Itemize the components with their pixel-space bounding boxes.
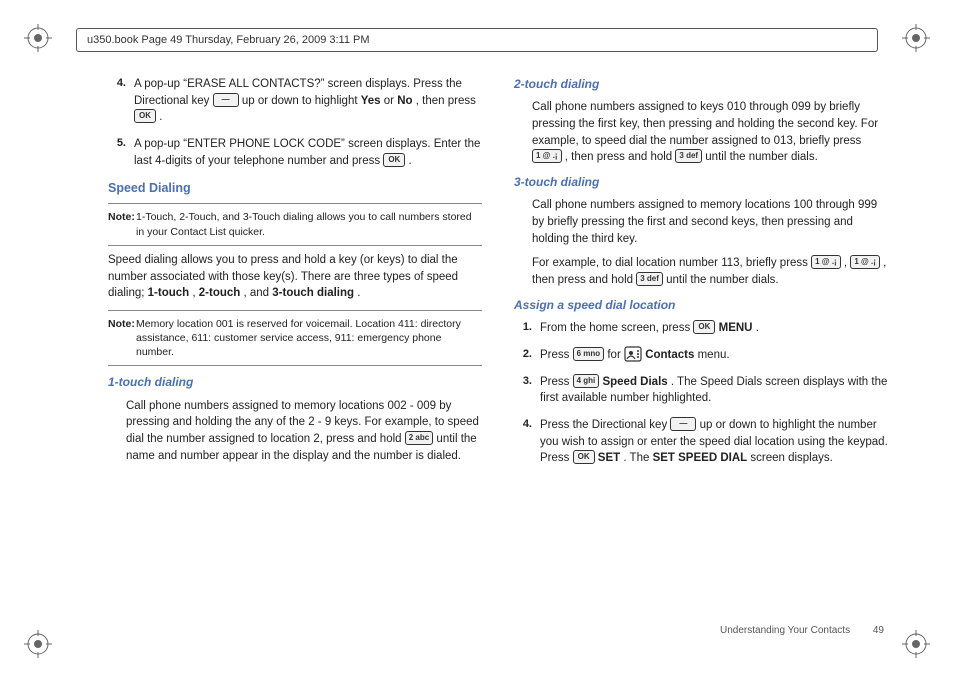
page-header-bar: u350.book Page 49 Thursday, February 26,… [76,28,878,52]
text: , then press [416,95,476,107]
step-number: 4. [514,417,540,467]
page-number: 49 [873,625,884,636]
list-item: 2. Press 6 mno for Contacts menu. [514,347,888,364]
step-body: Press the Directional key — up or down t… [540,417,888,467]
text: until the number dials. [666,274,779,286]
key-1-icon: 1 @ .¡ [850,255,880,269]
text: up or down to highlight [242,95,361,107]
step-number: 2. [514,347,540,364]
list-item: 1. From the home screen, press OK MENU . [514,320,888,337]
note: Note: 1-Touch, 2-Touch, and 3-Touch dial… [108,210,482,238]
text-bold: Speed Dials [602,376,667,388]
text: Call phone numbers assigned to memory lo… [532,199,877,244]
text: for [607,349,624,361]
text: Press the Directional key [540,419,670,431]
contacts-icon [624,346,642,362]
text: , and [244,287,273,299]
heading-3-touch: 3-touch dialing [514,174,888,191]
paragraph: Call phone numbers assigned to keys 010 … [532,99,888,166]
text: A pop-up “ENTER PHONE LOCK CODE” screen … [134,138,480,167]
decor-corner-tl [24,24,52,52]
text: For example, to dial location number 113… [532,257,811,269]
text-bold: Contacts [645,349,694,361]
ok-key-icon: OK [693,320,715,334]
right-column: 2-touch dialing Call phone numbers assig… [514,76,888,612]
option-yes: Yes [361,95,381,107]
key-2-icon: 2 abc [405,431,433,445]
note-label: Note: [108,317,136,360]
text: . [159,111,162,123]
left-column: 4. A pop-up “ERASE ALL CONTACTS?” screen… [108,76,482,612]
page-footer: Understanding Your Contacts 49 [720,625,884,636]
heading-speed-dialing: Speed Dialing [108,179,482,197]
directional-key-icon: — [213,93,239,107]
step-body: Press 4 ghi Speed Dials . The Speed Dial… [540,374,888,407]
divider [108,245,482,246]
text: From the home screen, press [540,322,693,334]
text: Press [540,349,573,361]
list-item: 4. A pop-up “ERASE ALL CONTACTS?” screen… [108,76,482,126]
key-1-icon: 1 @ .¡ [811,255,841,269]
divider [108,365,482,366]
text-bold: 2-touch [199,287,241,299]
text: , then press and hold [565,151,676,163]
step-body: A pop-up “ENTER PHONE LOCK CODE” screen … [134,136,482,169]
text-bold: 1-touch [148,287,190,299]
step-body: Press 6 mno for Contacts menu. [540,347,888,364]
decor-corner-tr [902,24,930,52]
note-body: 1-Touch, 2-Touch, and 3-Touch dialing al… [136,210,482,238]
ok-key-icon: OK [383,153,405,167]
key-6-icon: 6 mno [573,347,605,361]
list-item: 4. Press the Directional key — up or dow… [514,417,888,467]
text-bold: 3-touch dialing [272,287,354,299]
step-body: A pop-up “ERASE ALL CONTACTS?” screen di… [134,76,482,126]
text: menu. [698,349,730,361]
step-number: 3. [514,374,540,407]
note: Note: Memory location 001 is reserved fo… [108,317,482,360]
key-3-icon: 3 def [636,272,663,286]
paragraph: Call phone numbers assigned to memory lo… [532,197,888,247]
step-number: 1. [514,320,540,337]
text: Call phone numbers assigned to keys 010 … [532,101,878,146]
text: until the number dials. [705,151,818,163]
content-columns: 4. A pop-up “ERASE ALL CONTACTS?” screen… [108,76,888,612]
text: . The [623,452,652,464]
text: . [357,287,360,299]
text: Press [540,376,573,388]
ok-key-icon: OK [134,109,156,123]
heading-1-touch: 1-touch dialing [108,374,482,391]
divider [108,310,482,311]
heading-2-touch: 2-touch dialing [514,76,888,93]
text: screen displays. [750,452,832,464]
step-number: 5. [108,136,134,169]
ok-key-icon: OK [573,450,595,464]
note-label: Note: [108,210,136,238]
page-root: u350.book Page 49 Thursday, February 26,… [0,0,954,682]
paragraph: Speed dialing allows you to press and ho… [108,252,482,302]
list-item: 3. Press 4 ghi Speed Dials . The Speed D… [514,374,888,407]
decor-corner-bl [24,630,52,658]
key-1-icon: 1 @ .¡ [532,149,562,163]
option-no: No [397,95,412,107]
key-4-icon: 4 ghi [573,374,600,388]
key-3-icon: 3 def [675,149,702,163]
directional-key-icon: — [670,417,696,431]
text: or [384,95,397,107]
list-item: 5. A pop-up “ENTER PHONE LOCK CODE” scre… [108,136,482,169]
paragraph: Call phone numbers assigned to memory lo… [126,398,482,465]
paragraph: For example, to dial location number 113… [532,255,888,288]
note-body: Memory location 001 is reserved for voic… [136,317,482,360]
text-bold: MENU [719,322,753,334]
text-bold: SET [598,452,620,464]
text-bold: SET SPEED DIAL [653,452,748,464]
text: . [756,322,759,334]
divider [108,203,482,204]
step-number: 4. [108,76,134,126]
footer-section: Understanding Your Contacts [720,625,850,636]
decor-corner-br [902,630,930,658]
text: . [409,155,412,167]
step-body: From the home screen, press OK MENU . [540,320,888,337]
page-header-text: u350.book Page 49 Thursday, February 26,… [87,34,370,46]
heading-assign-speed-dial: Assign a speed dial location [514,297,888,314]
